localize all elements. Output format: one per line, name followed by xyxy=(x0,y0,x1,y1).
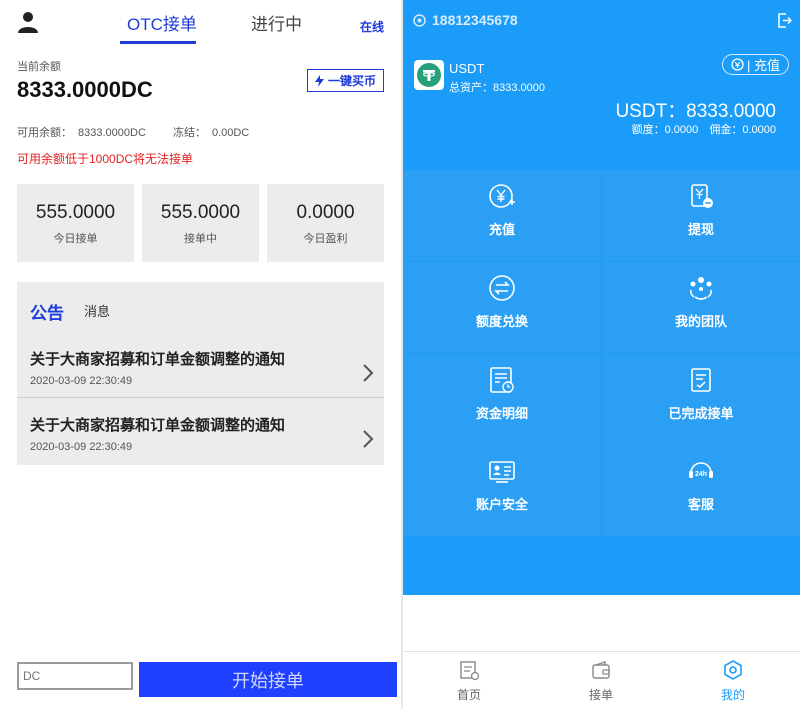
balance-caption: 当前余额 xyxy=(17,61,61,73)
function-grid: 充值 提现 额度兑换 我的团队 资金明细 已完成接单 账户安全 24h 客服 xyxy=(403,170,800,536)
team-icon xyxy=(690,277,712,300)
coin-icon xyxy=(731,58,744,71)
notice-panel: 公告 消息 关于大商家招募和订单金额调整的通知 2020-03-09 22:30… xyxy=(17,282,384,465)
otc-panel: OTC接单 进行中 在线 当前余额 8333.0000DC 一键买币 可用余额：… xyxy=(0,0,401,709)
available-label: 可用余额： xyxy=(17,127,72,139)
menu-funds-detail[interactable]: 资金明细 xyxy=(403,354,601,445)
notice-date: 2020-03-09 22:30:49 xyxy=(30,441,133,453)
withdraw-icon xyxy=(691,184,713,208)
nav-label: 接单 xyxy=(588,688,613,702)
menu-withdraw[interactable]: 提现 xyxy=(602,170,800,261)
menu-my-team[interactable]: 我的团队 xyxy=(602,262,800,353)
stat-value: 0.0000 xyxy=(296,202,355,223)
menu-label: 充值 xyxy=(488,222,515,237)
logout-icon[interactable] xyxy=(777,13,792,28)
menu-label: 客服 xyxy=(687,497,714,512)
notice-title: 关于大商家招募和订单金额调整的通知 xyxy=(30,417,286,434)
stat-value: 555.0000 xyxy=(35,202,116,223)
mine-panel: 18812345678 USDT 总资产：8333.0000 | 充值 USDT… xyxy=(403,0,800,709)
nav-mine[interactable]: 我的 xyxy=(667,652,799,709)
total-assets-value: 8333.0000 xyxy=(493,82,545,94)
svg-text:24h: 24h xyxy=(695,471,707,478)
stat-value: 555.0000 xyxy=(160,202,241,223)
user-icon[interactable] xyxy=(17,11,39,33)
active-tab-indicator xyxy=(120,41,196,44)
recharge-icon xyxy=(489,184,515,208)
total-assets-label: 总资产： xyxy=(449,82,493,94)
notice-date: 2020-03-09 22:30:49 xyxy=(30,375,133,387)
profile-icon xyxy=(724,660,742,680)
balance-value: 8333.0000DC xyxy=(17,77,153,102)
commission-label: 佣金： xyxy=(709,124,743,136)
menu-recharge[interactable]: 充值 xyxy=(403,170,601,261)
menu-label: 资金明细 xyxy=(475,406,528,421)
menu-label: 账户安全 xyxy=(475,497,528,512)
available-value: 8333.0000DC xyxy=(78,127,146,139)
one-click-buy-label: 一键买币 xyxy=(327,74,376,88)
frozen-value: 0.00DC xyxy=(211,127,250,139)
dc-amount-input[interactable] xyxy=(17,662,133,690)
menu-customer-service[interactable]: 24h 客服 xyxy=(602,445,800,536)
funds-detail-icon xyxy=(490,367,514,393)
nav-label: 首页 xyxy=(456,688,481,702)
stat-today-profit: 0.0000 今日盈利 xyxy=(267,184,384,262)
account-badge-icon xyxy=(413,13,426,27)
nav-label: 我的 xyxy=(720,688,745,702)
phone-number: 18812345678 xyxy=(432,12,518,28)
tab-in-progress[interactable]: 进行中 xyxy=(251,10,302,35)
usdt-logo xyxy=(414,60,444,90)
phone-number-row: 18812345678 xyxy=(413,12,518,28)
otc-header: OTC接单 进行中 在线 xyxy=(0,0,401,44)
tether-icon xyxy=(417,63,441,87)
exchange-icon xyxy=(489,275,515,301)
mine-header-area: 18812345678 USDT 总资产：8333.0000 | 充值 USDT… xyxy=(403,0,800,595)
tab-announcement[interactable]: 公告 xyxy=(30,299,64,324)
notice-item[interactable]: 关于大商家招募和订单金额调整的通知 2020-03-09 22:30:49 xyxy=(17,348,384,410)
stat-label: 接单中 xyxy=(184,233,217,245)
menu-completed-orders[interactable]: 已完成接单 xyxy=(602,354,800,445)
bottom-nav: 首页 接单 我的 xyxy=(403,651,800,709)
stat-label: 今日接单 xyxy=(53,233,98,245)
available-frozen-line: 可用余额： 8333.0000DC 冻结： 0.00DC xyxy=(17,124,255,140)
menu-quota-exchange[interactable]: 额度兑换 xyxy=(403,262,601,353)
notice-item[interactable]: 关于大商家招募和订单金额调整的通知 2020-03-09 22:30:49 xyxy=(17,414,384,476)
menu-label: 额度兑换 xyxy=(475,314,528,329)
divider xyxy=(17,397,384,398)
online-status[interactable]: 在线 xyxy=(360,18,384,35)
quota-label: 额度： xyxy=(631,124,665,136)
stat-in-progress: 555.0000 接单中 xyxy=(142,184,259,262)
one-click-buy-button[interactable]: 一键买币 xyxy=(307,69,384,92)
completed-orders-icon xyxy=(691,368,711,392)
chevron-right-icon xyxy=(363,430,374,448)
home-icon xyxy=(460,661,480,681)
commission-value: 0.0000 xyxy=(742,124,776,136)
usdt-balance: USDT：8333.0000 xyxy=(615,101,776,122)
customer-service-icon: 24h xyxy=(689,462,713,478)
menu-label: 提现 xyxy=(687,222,714,237)
menu-label: 我的团队 xyxy=(674,314,727,329)
balance-warning: 可用余额低于1000DC将无法接单 xyxy=(17,152,194,166)
total-assets: 总资产：8333.0000 xyxy=(449,79,545,95)
frozen-label: 冻结： xyxy=(172,127,206,139)
notice-title: 关于大商家招募和订单金额调整的通知 xyxy=(30,351,286,368)
nav-home[interactable]: 首页 xyxy=(403,652,535,709)
nav-orders[interactable]: 接单 xyxy=(535,652,667,709)
tab-message[interactable]: 消息 xyxy=(84,301,110,320)
lightning-icon xyxy=(314,74,324,87)
start-accepting-orders-button[interactable]: 开始接单 xyxy=(139,662,397,697)
recharge-pill-button[interactable]: | 充值 xyxy=(722,54,789,75)
quota-value: 0.0000 xyxy=(664,124,699,136)
menu-label: 已完成接单 xyxy=(668,406,734,421)
chevron-right-icon xyxy=(363,364,374,382)
account-security-icon xyxy=(489,461,515,483)
tab-otc[interactable]: OTC接单 xyxy=(127,10,197,35)
stat-label: 今日盈利 xyxy=(303,233,348,245)
quota-commission-line: 额度：0.0000 佣金：0.0000 xyxy=(624,121,776,137)
coin-name: USDT xyxy=(449,61,485,76)
menu-account-security[interactable]: 账户安全 xyxy=(403,445,601,536)
stat-today-orders: 555.0000 今日接单 xyxy=(17,184,134,262)
recharge-pill-label: | 充值 xyxy=(747,58,780,73)
wallet-icon xyxy=(592,661,610,679)
